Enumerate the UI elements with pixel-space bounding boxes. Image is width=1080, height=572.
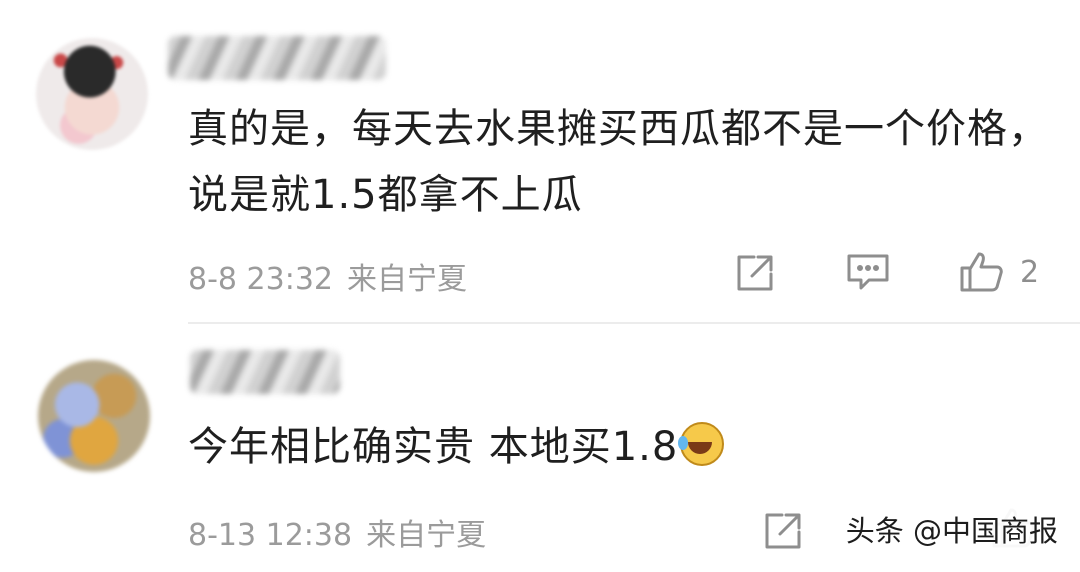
comment-text-content: 今年相比确实贵 本地买1.8	[188, 424, 679, 470]
edit-share-icon	[737, 255, 773, 291]
comment-time: 8-8 23:32	[188, 262, 333, 297]
avatar[interactable]	[38, 360, 150, 472]
username-blurred[interactable]	[190, 350, 340, 394]
watermark: 头条 @中国商报	[839, 506, 1064, 552]
edit-share-icon	[765, 513, 801, 549]
laughing-crying-emoji-icon	[678, 422, 725, 466]
share-button[interactable]	[762, 510, 804, 552]
thumbs-up-icon	[960, 252, 1003, 292]
avatar[interactable]	[36, 38, 148, 150]
like-count: 2	[1020, 254, 1040, 290]
reply-button[interactable]	[846, 252, 890, 292]
comment-meta: 8-13 12:38 来自宁夏	[188, 510, 486, 554]
comment-icon	[847, 254, 889, 290]
comment-time: 8-13 12:38	[188, 518, 353, 553]
comment-text: 今年相比确实贵 本地买1.8	[188, 414, 1058, 480]
like-button[interactable]: 2	[958, 250, 1039, 294]
comment-location: 来自宁夏	[366, 518, 487, 553]
comment-meta: 8-8 23:32 来自宁夏	[188, 254, 467, 298]
username-blurred[interactable]	[168, 36, 386, 80]
share-button[interactable]	[734, 252, 776, 294]
comment-item: 真的是，每天去水果摊买西瓜都不是一个价格，说是就1.5都拿不上瓜 8-8 23:…	[0, 0, 1080, 322]
comment-location: 来自宁夏	[347, 262, 467, 297]
comment-text: 真的是，每天去水果摊买西瓜都不是一个价格，说是就1.5都拿不上瓜	[188, 106, 1049, 218]
